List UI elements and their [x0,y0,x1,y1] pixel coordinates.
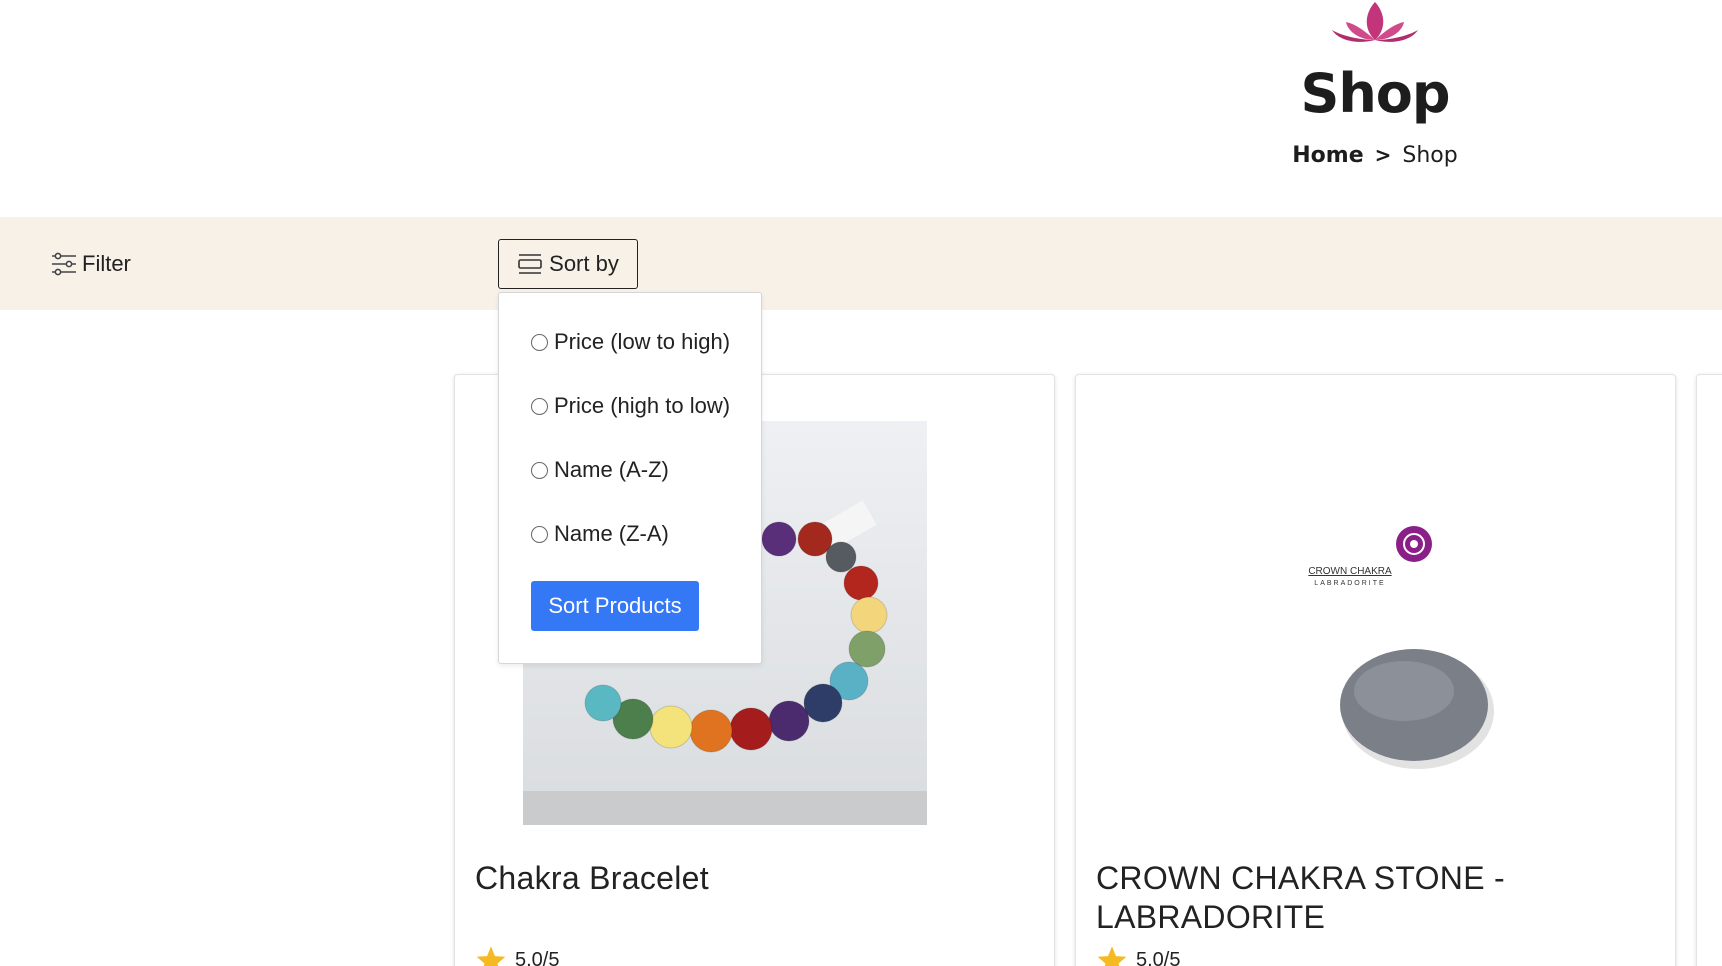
breadcrumb-separator: > [1374,143,1392,167]
shop-toolbar: Filter Sort by [0,217,1722,310]
sliders-icon [52,252,76,276]
sort-option-label: Name (A-Z) [554,457,669,482]
page-header: Shop Home > Shop [0,0,1722,217]
star-icon [1097,946,1127,966]
sort-option-name-desc[interactable]: Name (Z-A) [531,521,669,547]
sort-option-price-asc[interactable]: Price (low to high) [531,329,730,355]
filter-label: Filter [82,251,131,276]
radio-button[interactable] [531,333,548,351]
sort-by-label: Sort by [549,251,619,276]
product-name[interactable]: Chakra Bracelet [475,859,1035,898]
sort-dropdown: Price (low to high) Price (high to low) … [498,292,762,664]
sort-icon [518,254,542,274]
image-brand-text: CROWN CHAKRA [1308,566,1392,577]
sort-option-price-desc[interactable]: Price (high to low) [531,393,730,419]
radio-button[interactable] [531,525,548,543]
product-rating: 5.0/5 [1096,945,1180,966]
product-rating: 5.0/5 [475,945,559,966]
sort-option-name-asc[interactable]: Name (A-Z) [531,457,669,483]
radio-button[interactable] [531,397,548,415]
radio-button[interactable] [531,461,548,479]
breadcrumb: Home > Shop [1234,143,1516,168]
lotus-icon [1332,2,1418,42]
product-card[interactable] [1696,374,1722,966]
sort-option-label: Price (high to low) [554,393,731,418]
image-sub-text: LABRADORITE [1314,580,1386,587]
rating-value: 5.0/5 [1136,948,1181,966]
rating-value: 5.0/5 [515,948,560,966]
page-title: Shop [1300,62,1450,125]
sort-option-label: Price (low to high) [554,329,731,354]
product-name[interactable]: CROWN CHAKRA STONE - LABRADORITE [1096,859,1656,937]
sort-products-button[interactable]: Sort Products [531,581,699,631]
sort-option-label: Name (Z-A) [554,521,669,546]
shop-page: Shop Home > Shop Filter Sort by Chakra B… [0,0,1722,966]
product-image-crown-chakra-stone[interactable] [1144,421,1548,825]
star-icon [476,946,506,966]
sort-by-button[interactable]: Sort by [498,239,638,289]
breadcrumb-home-link[interactable]: Home [1292,143,1363,168]
filter-button[interactable]: Filter [50,247,131,281]
product-card[interactable]: CROWN CHAKRA LABRADORITE CROWN CHAKRA ST… [1075,374,1676,966]
breadcrumb-current: Shop [1402,143,1458,168]
